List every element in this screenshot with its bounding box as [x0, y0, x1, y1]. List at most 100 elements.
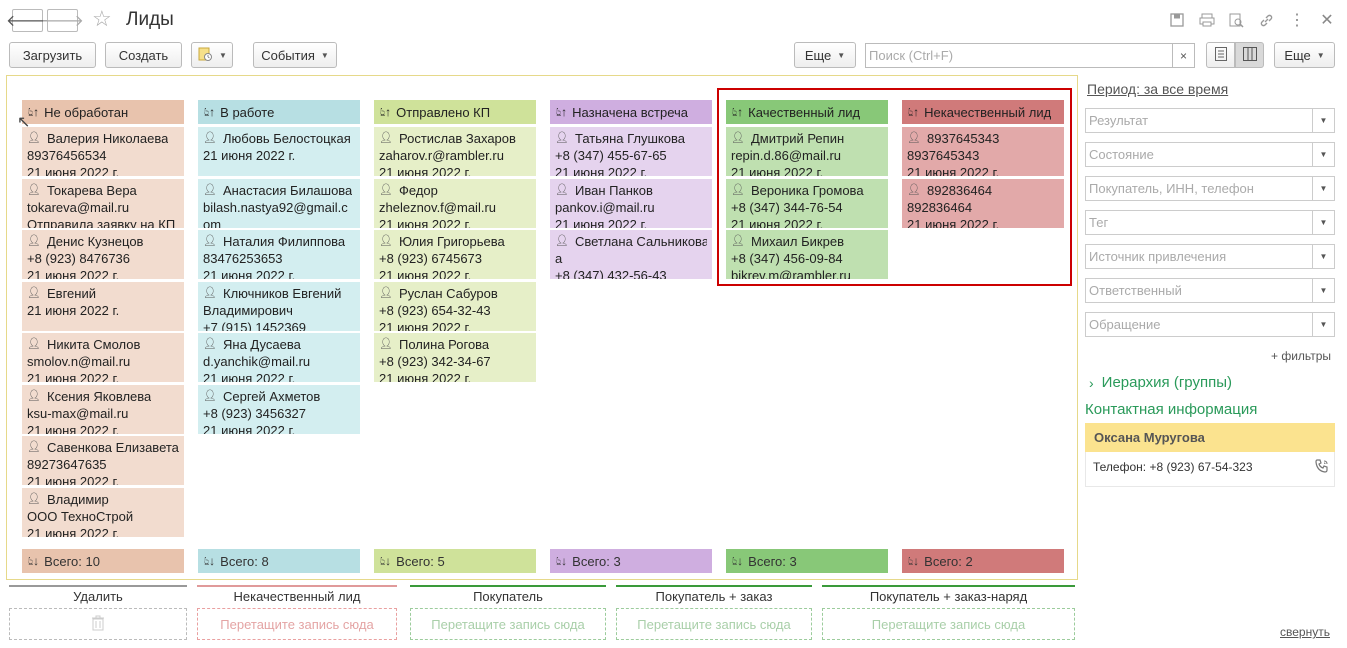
lead-card[interactable]: 👤︎ Денис Кузнецов +8 (923) 8476736 21 июн… — [22, 230, 184, 279]
sort-down-icon[interactable]: 👆︎↓ — [28, 554, 39, 569]
sort-up-icon[interactable]: 👆︎↑ — [204, 105, 215, 120]
create-button[interactable]: Создать — [105, 42, 182, 68]
back-button[interactable]: 🡐 — [6, 9, 49, 32]
drop-target[interactable]: Перетащите запись сюда — [197, 608, 397, 640]
sort-down-icon[interactable]: 👆︎↓ — [556, 554, 567, 569]
more-vertical-icon[interactable]: ⋮ — [1288, 11, 1306, 29]
sort-down-icon[interactable]: 👆︎↓ — [380, 554, 391, 569]
lead-card[interactable]: 👤︎ Иван Панков pankov.i@mail.ru 21 июня 2… — [550, 178, 712, 228]
column-title: В работе — [220, 104, 275, 120]
search-input[interactable]: Поиск (Ctrl+F) — [865, 43, 1195, 68]
lead-card[interactable]: 👤︎ Федор zheleznov.f@mail.ru 21 июня 2022… — [374, 178, 536, 228]
lead-card[interactable]: 👤︎ Ростислав Захаров zaharov.r@rambler.ru… — [374, 127, 536, 176]
lead-card[interactable]: 👤︎ Юлия Григорьева +8 (923) 6745673 21 ию… — [374, 230, 536, 279]
sort-down-icon[interactable]: 👆︎↓ — [204, 554, 215, 569]
drop-zone[interactable]: Покупатель + заказ-наряд Перетащите запи… — [822, 585, 1075, 641]
column-header[interactable]: 👆︎↑ Отправлено КП — [374, 100, 536, 124]
person-icon: 👤︎ — [555, 183, 569, 196]
drop-target[interactable]: Перетащите запись сюда — [410, 608, 606, 640]
events-button[interactable]: События ▼ — [253, 42, 337, 68]
filter-field[interactable]: Источник привлечения ▼ — [1085, 244, 1335, 269]
lead-card[interactable]: 👤︎ Савенкова Елизавета 89273647635 21 июн… — [22, 436, 184, 485]
forward-button[interactable]: 🡒 — [41, 9, 84, 32]
print-icon[interactable] — [1198, 11, 1216, 29]
lead-card[interactable]: 👤︎ Руслан Сабуров +8 (923) 654-32-43 21 и… — [374, 281, 536, 331]
save-icon[interactable] — [1168, 11, 1186, 29]
lead-card[interactable]: 👤︎ Сергей Ахметов +8 (923) 3456327 21 июн… — [198, 384, 360, 434]
column-title: Отправлено КП — [396, 104, 491, 120]
lead-card[interactable]: 👤︎ Ключников Евгений Владимирович +7 (915… — [198, 281, 360, 331]
lead-card[interactable]: 👤︎ Ксения Яковлева ksu-max@mail.ru 21 июн… — [22, 384, 184, 434]
lead-card[interactable]: 👤︎ Наталия Филиппова 83476253653 21 июня … — [198, 230, 360, 279]
phone-icon[interactable] — [1314, 458, 1330, 477]
drop-zone[interactable]: Покупатель Перетащите запись сюда — [410, 585, 606, 641]
filter-field[interactable]: Ответственный ▼ — [1085, 278, 1335, 303]
sort-down-icon[interactable]: 👆︎↓ — [908, 554, 919, 569]
more-button-right[interactable]: Еще ▼ — [1274, 42, 1335, 68]
drop-target[interactable]: Перетащите запись сюда — [822, 608, 1075, 640]
sort-down-icon[interactable]: 👆︎↓ — [732, 554, 743, 569]
lead-card[interactable]: 👤︎ Яна Дусаева d.yanchik@mail.ru 21 июня … — [198, 333, 360, 382]
filter-field[interactable]: Тег ▼ — [1085, 210, 1335, 235]
sort-up-icon[interactable]: 👆︎↑ — [380, 105, 391, 120]
chevron-down-icon[interactable]: ▼ — [1312, 211, 1334, 234]
drop-zone[interactable]: Покупатель + заказ Перетащите запись сюд… — [616, 585, 812, 641]
drop-zone[interactable]: Удалить — [9, 585, 187, 641]
drop-hint: Перетащите запись сюда — [637, 616, 791, 632]
lead-card[interactable]: 👤︎ Валерия Николаева 89376456534 21 июня … — [22, 127, 184, 176]
chevron-down-icon[interactable]: ▼ — [1312, 143, 1334, 166]
column-header[interactable]: 👆︎↑ Назначена встреча — [550, 100, 712, 124]
chevron-down-icon[interactable]: ▼ — [1312, 313, 1334, 336]
contact-name[interactable]: Оксана Муругова — [1085, 423, 1335, 452]
column-header[interactable]: 👆︎↑ Не обработан — [22, 100, 184, 124]
upload-button[interactable]: Загрузить — [9, 42, 96, 68]
more-button-left[interactable]: Еще ▼ — [794, 42, 856, 68]
filter-field[interactable]: Обращение ▼ — [1085, 312, 1335, 337]
lead-line-2: Владимирович — [203, 302, 293, 318]
drop-target[interactable]: Перетащите запись сюда — [616, 608, 812, 640]
link-icon[interactable] — [1257, 11, 1275, 29]
chevron-down-icon[interactable]: ▼ — [1312, 109, 1334, 132]
person-icon: 👤︎ — [203, 338, 217, 350]
lead-card[interactable]: 👤︎ Светлана Сальникова а +8 (347) 432-56-… — [550, 230, 712, 279]
document-menu-button[interactable]: ▼ — [191, 42, 233, 68]
filter-field[interactable]: Результат ▼ — [1085, 108, 1335, 133]
lead-line-3: Отправила заявку на КП — [27, 216, 176, 228]
chevron-down-icon[interactable]: ▼ — [1312, 177, 1334, 200]
column-total: 👆︎↓ Всего: 3 — [726, 549, 888, 573]
star-icon[interactable]: ☆ — [92, 6, 112, 32]
lead-card[interactable]: 👤︎ Никита Смолов smolov.n@mail.ru 21 июня… — [22, 333, 184, 382]
chevron-down-icon[interactable]: ▼ — [1312, 245, 1334, 268]
lead-card[interactable]: 👤︎ Татьяна Глушкова +8 (347) 455-67-65 21… — [550, 127, 712, 176]
preview-icon[interactable] — [1227, 11, 1245, 29]
sort-up-icon[interactable]: 👆︎↑ — [556, 105, 567, 120]
person-icon: 👤︎ — [203, 286, 217, 299]
lead-card[interactable]: 👤︎ Владимир ООО ТехноСтрой 21 июня 2022 г… — [22, 487, 184, 537]
period-link[interactable]: Период: за все время — [1087, 81, 1228, 97]
drop-zone[interactable]: Некачественный лид Перетащите запись сюд… — [197, 585, 397, 641]
lead-card[interactable]: 👤︎ Любовь Белостоцкая 21 июня 2022 г. — [198, 127, 360, 176]
drop-target[interactable] — [9, 608, 187, 640]
lead-card[interactable]: 👤︎ Токарева Вера tokareva@mail.ru Отправи… — [22, 178, 184, 228]
lead-name: Ростислав Захаров — [399, 131, 516, 146]
events-label: События — [261, 47, 315, 63]
clear-search-button[interactable]: × — [1172, 43, 1195, 68]
lead-name: Евгений — [47, 285, 96, 301]
list-view-button[interactable] — [1206, 42, 1235, 68]
kanban-view-button[interactable] — [1235, 42, 1264, 68]
person-icon: 👤︎ — [379, 132, 393, 144]
chevron-down-icon[interactable]: ▼ — [1312, 279, 1334, 302]
lead-line-3: 21 июня 2022 г. — [27, 371, 120, 382]
hierarchy-toggle[interactable]: › Иерархия (группы) — [1089, 374, 1232, 391]
add-filters-link[interactable]: + фильтры — [1271, 349, 1331, 363]
collapse-link[interactable]: свернуть — [1280, 625, 1330, 639]
filter-field[interactable]: Покупатель, ИНН, телефон ▼ — [1085, 176, 1335, 201]
column-total: 👆︎↓ Всего: 10 — [22, 549, 184, 573]
filter-field[interactable]: Состояние ▼ — [1085, 142, 1335, 167]
column-header[interactable]: 👆︎↑ В работе — [198, 100, 360, 124]
lead-card[interactable]: 👤︎ Анастасия Билашова bilash.nastya92@gma… — [198, 178, 360, 228]
lead-card[interactable]: 👤︎ Полина Рогова +8 (923) 342-34-67 21 ию… — [374, 333, 536, 382]
close-icon[interactable]: ✕ — [1318, 11, 1336, 29]
total-label: Всего: 3 — [572, 553, 621, 569]
lead-card[interactable]: 👤︎ Евгений 21 июня 2022 г. — [22, 281, 184, 331]
